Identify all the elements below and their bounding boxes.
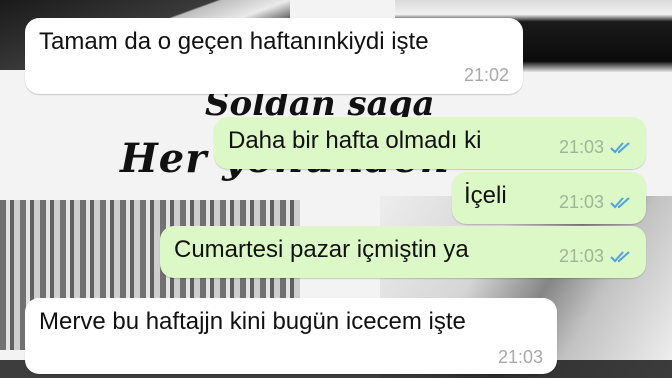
read-double-check-icon <box>610 250 632 264</box>
read-double-check-icon <box>610 196 632 210</box>
message-meta: 21:02 <box>464 65 509 86</box>
read-double-check-icon <box>610 141 632 155</box>
message-text: İçeli <box>464 182 507 209</box>
message-time: 21:03 <box>558 246 604 266</box>
message-bubble-outgoing[interactable]: Cumartesi pazar içmiştin ya 21:03 <box>160 226 646 278</box>
message-time: 21:03 <box>497 347 543 367</box>
message-meta: 21:03 <box>559 246 632 267</box>
message-text: Cumartesi pazar içmiştin ya <box>174 236 469 263</box>
message-text: Tamam da o geçen haftanınkiydi işte <box>39 28 429 55</box>
message-bubble-outgoing[interactable]: İçeli 21:03 <box>452 172 646 224</box>
message-bubble-incoming[interactable]: Tamam da o geçen haftanınkiydi işte 21:0… <box>25 18 523 94</box>
message-bubble-outgoing[interactable]: Daha bir hafta olmadı ki 21:03 <box>214 117 646 169</box>
message-time: 21:02 <box>463 65 509 85</box>
message-time: 21:03 <box>558 192 604 212</box>
message-meta: 21:03 <box>559 137 632 158</box>
message-meta: 21:03 <box>498 347 543 368</box>
message-time: 21:03 <box>558 137 604 157</box>
message-text: Daha bir hafta olmadı ki <box>228 127 482 154</box>
message-bubble-incoming[interactable]: Merve bu haftajjn kini bugün icecem işte… <box>25 298 557 374</box>
message-meta: 21:03 <box>559 192 632 213</box>
message-text: Merve bu haftajjn kini bugün icecem işte <box>39 308 466 335</box>
